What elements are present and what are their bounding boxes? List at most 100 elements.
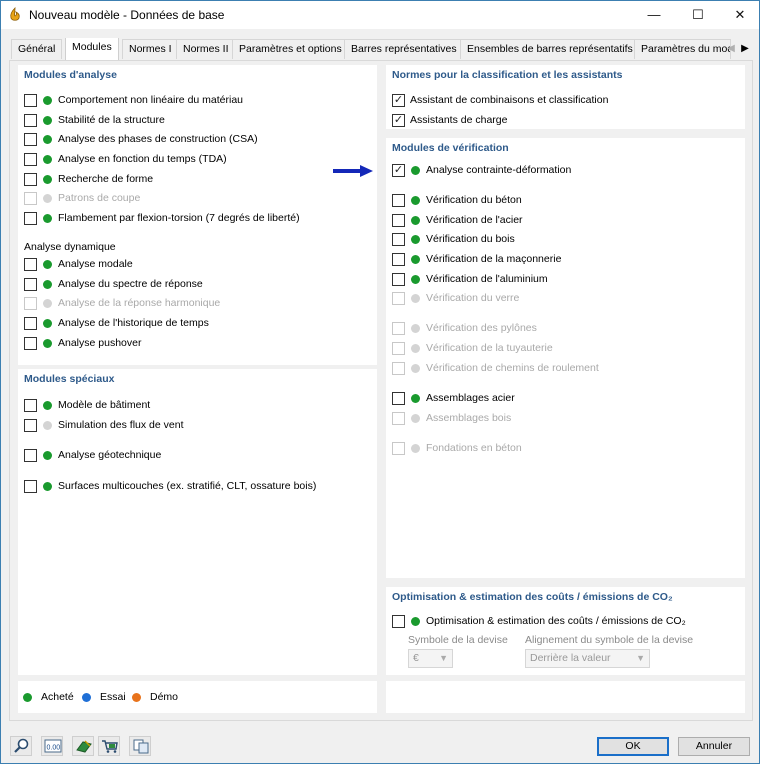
search-help-icon — [14, 738, 29, 753]
module-label: Analyse géotechnique — [58, 449, 162, 461]
minimize-button[interactable]: — — [637, 1, 671, 29]
module-label: Patrons de coupe — [58, 192, 141, 204]
norm-label: Assistants de charge — [410, 114, 508, 126]
status-dot — [43, 451, 52, 460]
tab-representative-member-sets[interactable]: Ensembles de barres représentatifs — [460, 39, 640, 59]
tab-norms-2[interactable]: Normes II — [176, 39, 236, 59]
module-label: Assemblages acier — [426, 392, 515, 404]
status-dot — [411, 617, 420, 626]
tab-representative-members[interactable]: Barres représentatives — [344, 39, 464, 59]
currency-symbol-label: Symbole de la devise — [408, 634, 508, 646]
status-dot — [43, 116, 52, 125]
module-label: Analyse de la réponse harmonique — [58, 297, 221, 309]
search-help-button[interactable] — [10, 736, 32, 756]
status-dot — [43, 280, 52, 289]
units-text: 0.00 — [47, 745, 61, 752]
status-dot — [411, 294, 420, 303]
copy-button[interactable] — [129, 736, 151, 756]
module-label: Vérification du verre — [426, 292, 520, 304]
tab-scroll-left-icon[interactable]: ◀ — [724, 40, 738, 58]
units-button[interactable]: 0.00 — [41, 736, 63, 756]
status-dot — [411, 255, 420, 264]
checkbox[interactable] — [392, 214, 405, 227]
checkbox[interactable] — [24, 133, 37, 146]
status-dot — [411, 324, 420, 333]
cart-button[interactable] — [98, 736, 120, 756]
status-dot — [43, 175, 52, 184]
ok-button[interactable]: OK — [597, 737, 669, 756]
checkbox[interactable] — [24, 173, 37, 186]
status-dot — [411, 444, 420, 453]
checkbox[interactable] — [24, 480, 37, 493]
currency-alignment-select[interactable]: Derrière la valeur ▼ — [525, 649, 650, 668]
copy-icon — [133, 739, 149, 754]
window-title: Nouveau modèle - Données de base — [29, 8, 225, 22]
tab-general[interactable]: Général — [11, 39, 63, 59]
module-label: Vérification du bois — [426, 233, 515, 245]
checkbox[interactable] — [392, 273, 405, 286]
checkbox[interactable] — [392, 194, 405, 207]
model-settings-icon — [76, 740, 92, 753]
status-dot — [43, 260, 52, 269]
status-dot — [43, 214, 52, 223]
checkbox-checked[interactable]: ✓ — [392, 94, 405, 107]
checkbox[interactable] — [24, 212, 37, 225]
dynamic-analysis-heading: Analyse dynamique — [24, 241, 116, 253]
status-dot — [43, 421, 52, 430]
modules-tab-content: Modules d'analyse Comportement non linéa… — [9, 60, 753, 721]
analysis-modules-panel: Modules d'analyse Comportement non linéa… — [18, 65, 377, 365]
module-label: Vérification de l'acier — [426, 214, 523, 226]
checkbox[interactable] — [24, 94, 37, 107]
module-label: Vérification du béton — [426, 194, 522, 206]
checkbox[interactable] — [24, 317, 37, 330]
close-button[interactable]: ✕ — [723, 1, 757, 29]
model-settings-button[interactable] — [72, 736, 94, 756]
status-dot — [43, 339, 52, 348]
app-icon — [10, 7, 20, 21]
module-label: Analyse de l'historique de temps — [58, 317, 209, 329]
checkbox[interactable] — [24, 449, 37, 462]
checkbox[interactable] — [24, 114, 37, 127]
module-label: Simulation des flux de vent — [58, 419, 184, 431]
checkbox[interactable] — [392, 233, 405, 246]
status-dot — [43, 299, 52, 308]
purchased-dot — [23, 693, 32, 702]
checkbox[interactable] — [392, 253, 405, 266]
status-dot — [411, 196, 420, 205]
bottom-toolbar: 0.00 OK Annuler — [1, 726, 759, 764]
verification-modules-title: Modules de vérification — [392, 142, 509, 154]
checkbox[interactable] — [24, 278, 37, 291]
cancel-button[interactable]: Annuler — [678, 737, 750, 756]
status-dot — [43, 482, 52, 491]
status-dot — [43, 194, 52, 203]
tab-bar: Général Modules Normes I Normes II Param… — [9, 38, 753, 60]
currency-alignment-label: Alignement du symbole de la devise — [525, 634, 694, 646]
checkbox — [24, 297, 37, 310]
status-dot — [43, 319, 52, 328]
tab-modules[interactable]: Modules — [65, 38, 119, 60]
checkbox[interactable] — [24, 337, 37, 350]
dialog-window: Nouveau modèle - Données de base — ☐ ✕ G… — [0, 0, 760, 764]
tab-model-parameters[interactable]: Paramètres du mod — [634, 39, 731, 59]
checkbox[interactable] — [24, 258, 37, 271]
checkbox[interactable] — [392, 392, 405, 405]
module-label: Vérification de la maçonnerie — [426, 253, 562, 265]
checkbox[interactable] — [24, 153, 37, 166]
checkbox — [392, 362, 405, 375]
verification-modules-panel: Modules de vérification ✓ Analyse contra… — [386, 138, 745, 578]
norms-panel: Normes pour la classification et les ass… — [386, 65, 745, 129]
currency-symbol-select[interactable]: € ▼ — [408, 649, 453, 668]
checkbox[interactable] — [24, 399, 37, 412]
checkbox — [392, 322, 405, 335]
checkbox[interactable] — [24, 419, 37, 432]
maximize-button[interactable]: ☐ — [681, 1, 715, 29]
status-dot — [411, 275, 420, 284]
tab-norms-1[interactable]: Normes I — [122, 39, 179, 59]
tab-parameters-options[interactable]: Paramètres et options — [232, 39, 349, 59]
module-label: Vérification de la tuyauterie — [426, 342, 553, 354]
checkbox[interactable] — [392, 615, 405, 628]
checkbox-checked[interactable]: ✓ — [392, 114, 405, 127]
tab-scroll-right-icon[interactable]: ▶ — [738, 40, 752, 58]
module-label: Analyse contrainte-déformation — [426, 164, 572, 176]
checkbox-checked[interactable]: ✓ — [392, 164, 405, 177]
